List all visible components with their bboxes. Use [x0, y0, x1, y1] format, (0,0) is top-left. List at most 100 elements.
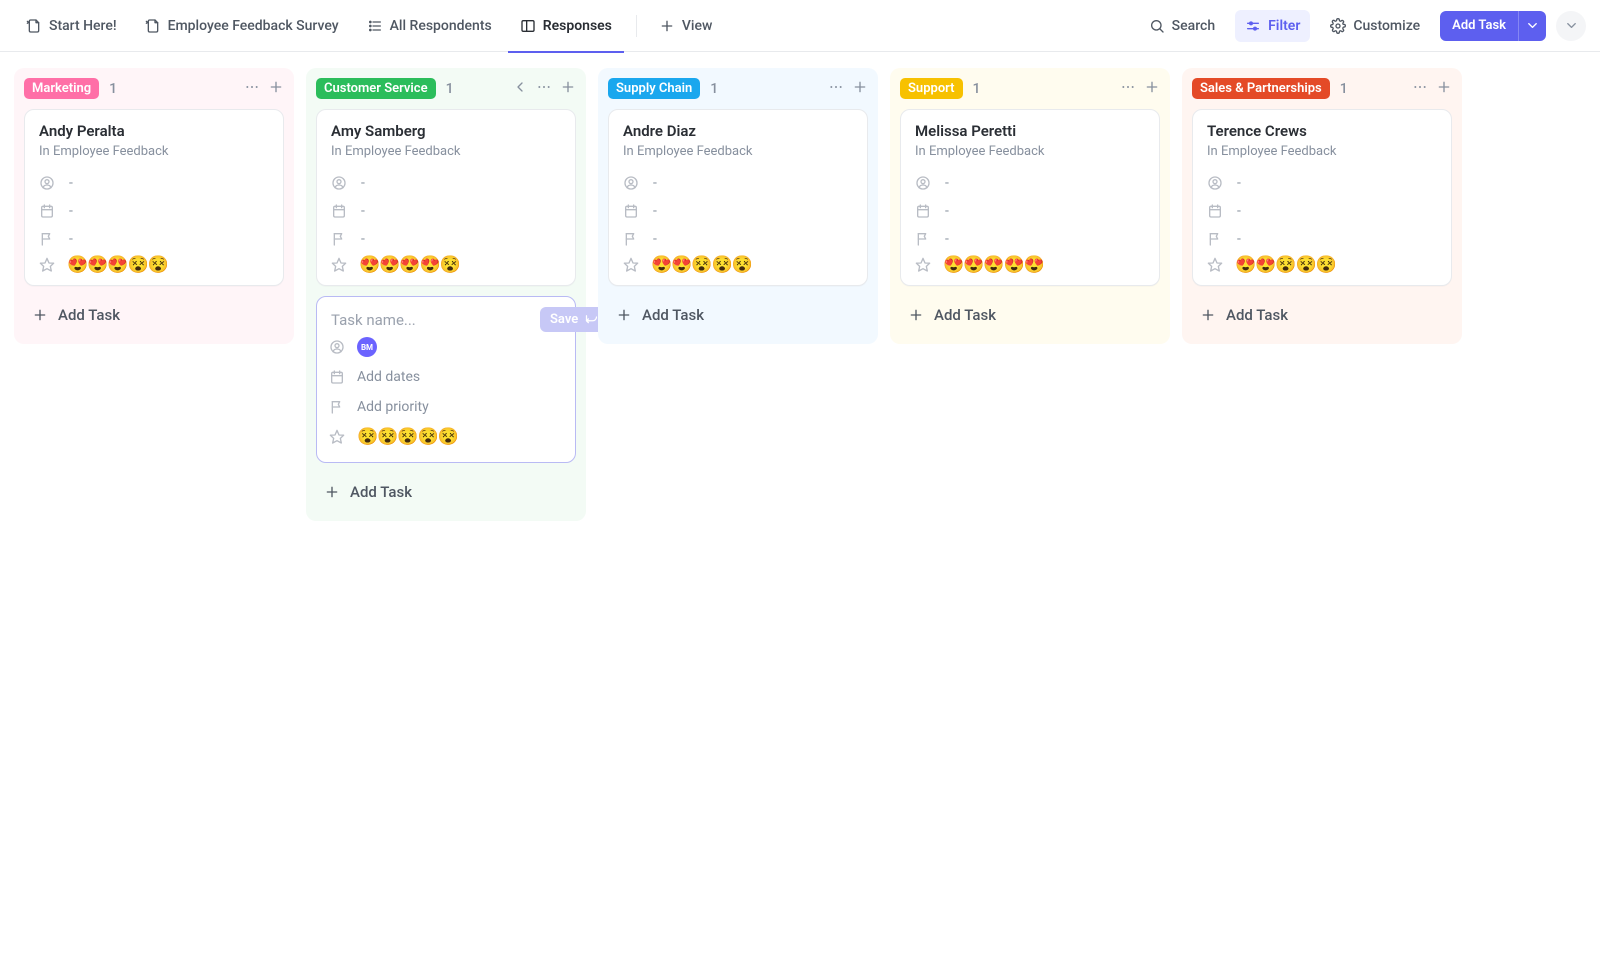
- card-priority-row[interactable]: -: [915, 225, 1145, 253]
- add-view-button[interactable]: View: [649, 10, 723, 42]
- star-icon: [623, 257, 639, 273]
- new-task-card: Save BM Add dates Add priority 😵😵😵😵😵: [316, 296, 576, 463]
- column-add-task-button[interactable]: Add Task: [598, 296, 722, 334]
- toolbar: Start Here! Employee Feedback Survey All R…: [0, 0, 1600, 52]
- column-pill[interactable]: Sales & Partnerships: [1192, 78, 1330, 99]
- card-rating-row[interactable]: 😍😍😵😵😵: [1207, 255, 1437, 275]
- task-card[interactable]: Melissa Peretti In Employee Feedback - -…: [900, 109, 1160, 286]
- column-back-button[interactable]: [512, 79, 528, 99]
- column-pill[interactable]: Customer Service: [316, 78, 436, 99]
- card-date-row[interactable]: -: [915, 197, 1145, 225]
- column-menu-button[interactable]: [828, 79, 844, 99]
- card-rating-row[interactable]: 😍😍😵😵😵: [623, 255, 853, 275]
- card-date-value: -: [1237, 203, 1241, 219]
- user-icon: [329, 339, 345, 355]
- card-rating-row[interactable]: 😍😍😍😍😵: [331, 255, 561, 275]
- customize-label: Customize: [1353, 18, 1420, 34]
- tab-label: Start Here!: [49, 18, 117, 34]
- card-rating-row[interactable]: 😍😍😍😵😵: [39, 255, 269, 275]
- task-card[interactable]: Amy Samberg In Employee Feedback - - - 😍…: [316, 109, 576, 286]
- card-location: In Employee Feedback: [1207, 144, 1437, 159]
- card-assignee-value: -: [945, 175, 949, 191]
- new-task-priority-row[interactable]: Add priority: [329, 392, 563, 422]
- column-add-task-button[interactable]: Add Task: [306, 473, 430, 511]
- plus-icon: [1200, 307, 1216, 323]
- column-add-button[interactable]: [268, 79, 284, 99]
- tab-label: Responses: [543, 18, 612, 34]
- card-assignee-row[interactable]: -: [915, 169, 1145, 197]
- card-assignee-value: -: [653, 175, 657, 191]
- card-priority-row[interactable]: -: [623, 225, 853, 253]
- tab-all-respondents[interactable]: All Respondents: [355, 0, 504, 52]
- column-add-button[interactable]: [560, 79, 576, 99]
- column-add-button[interactable]: [1436, 79, 1452, 99]
- search-button[interactable]: Search: [1139, 10, 1225, 42]
- board: Marketing 1 Andy Peralta In Employee Fee…: [0, 52, 1600, 537]
- calendar-icon: [1207, 203, 1223, 219]
- card-priority-value: -: [361, 231, 365, 247]
- card-priority-value: -: [653, 231, 657, 247]
- card-assignee-row[interactable]: -: [623, 169, 853, 197]
- card-assignee-row[interactable]: -: [39, 169, 269, 197]
- customize-button[interactable]: Customize: [1320, 10, 1430, 42]
- tab-employee-feedback-survey[interactable]: Employee Feedback Survey: [133, 0, 351, 52]
- column-add-task-button[interactable]: Add Task: [890, 296, 1014, 334]
- column-add-task-button[interactable]: Add Task: [14, 296, 138, 334]
- column-header: Sales & Partnerships 1: [1182, 68, 1462, 109]
- card-date-row[interactable]: -: [623, 197, 853, 225]
- card-rating-row[interactable]: 😍😍😍😍😍: [915, 255, 1145, 275]
- tab-label: Employee Feedback Survey: [168, 18, 339, 34]
- column-menu-button[interactable]: [1120, 79, 1136, 99]
- calendar-icon: [915, 203, 931, 219]
- task-card[interactable]: Terence Crews In Employee Feedback - - -…: [1192, 109, 1452, 286]
- new-task-dates-row[interactable]: Add dates: [329, 362, 563, 392]
- save-label: Save: [550, 312, 578, 327]
- card-priority-row[interactable]: -: [1207, 225, 1437, 253]
- task-card[interactable]: Andre Diaz In Employee Feedback - - - 😍😍…: [608, 109, 868, 286]
- tab-start-here-[interactable]: Start Here!: [14, 0, 129, 52]
- add-task-dropdown[interactable]: [1518, 11, 1546, 41]
- sliders-icon: [1245, 18, 1261, 34]
- column-actions: [512, 79, 576, 99]
- card-priority-row[interactable]: -: [39, 225, 269, 253]
- card-priority-row[interactable]: -: [331, 225, 561, 253]
- filter-button[interactable]: Filter: [1235, 10, 1310, 42]
- card-assignee-row[interactable]: -: [1207, 169, 1437, 197]
- card-rating-value: 😍😍😵😵😵: [651, 255, 752, 275]
- column-pill[interactable]: Supply Chain: [608, 78, 700, 99]
- new-task-name-input[interactable]: [329, 310, 532, 330]
- column-header: Support 1: [890, 68, 1170, 109]
- plus-icon: [32, 307, 48, 323]
- column-add-button[interactable]: [852, 79, 868, 99]
- card-date-value: -: [945, 203, 949, 219]
- tab-responses[interactable]: Responses: [508, 0, 624, 52]
- column-pill[interactable]: Support: [900, 78, 963, 99]
- card-date-row[interactable]: -: [39, 197, 269, 225]
- card-date-row[interactable]: -: [331, 197, 561, 225]
- column-add-task-button[interactable]: Add Task: [1182, 296, 1306, 334]
- card-date-value: -: [361, 203, 365, 219]
- tab-label: All Respondents: [390, 18, 492, 34]
- task-card[interactable]: Andy Peralta In Employee Feedback - - - …: [24, 109, 284, 286]
- card-assignee-row[interactable]: -: [331, 169, 561, 197]
- new-task-rating-row[interactable]: 😵😵😵😵😵: [329, 422, 563, 452]
- column-menu-button[interactable]: [536, 79, 552, 99]
- star-icon: [329, 429, 345, 445]
- card-title: Amy Samberg: [331, 122, 561, 140]
- new-task-assignee-row[interactable]: BM: [329, 332, 563, 362]
- assignee-avatar[interactable]: BM: [357, 337, 377, 357]
- collapse-button[interactable]: [1556, 11, 1586, 41]
- search-label: Search: [1172, 18, 1215, 34]
- card-date-row[interactable]: -: [1207, 197, 1437, 225]
- column-add-button[interactable]: [1144, 79, 1160, 99]
- card-assignee-value: -: [69, 175, 73, 191]
- search-icon: [1149, 18, 1165, 34]
- star-icon: [1207, 257, 1223, 273]
- add-task-button[interactable]: Add Task: [1440, 11, 1546, 41]
- column-menu-button[interactable]: [1412, 79, 1428, 99]
- column-pill[interactable]: Marketing: [24, 78, 99, 99]
- column-menu-button[interactable]: [244, 79, 260, 99]
- toolbar-tabs: Start Here! Employee Feedback Survey All R…: [14, 0, 624, 52]
- star-icon: [915, 257, 931, 273]
- calendar-icon: [329, 369, 345, 385]
